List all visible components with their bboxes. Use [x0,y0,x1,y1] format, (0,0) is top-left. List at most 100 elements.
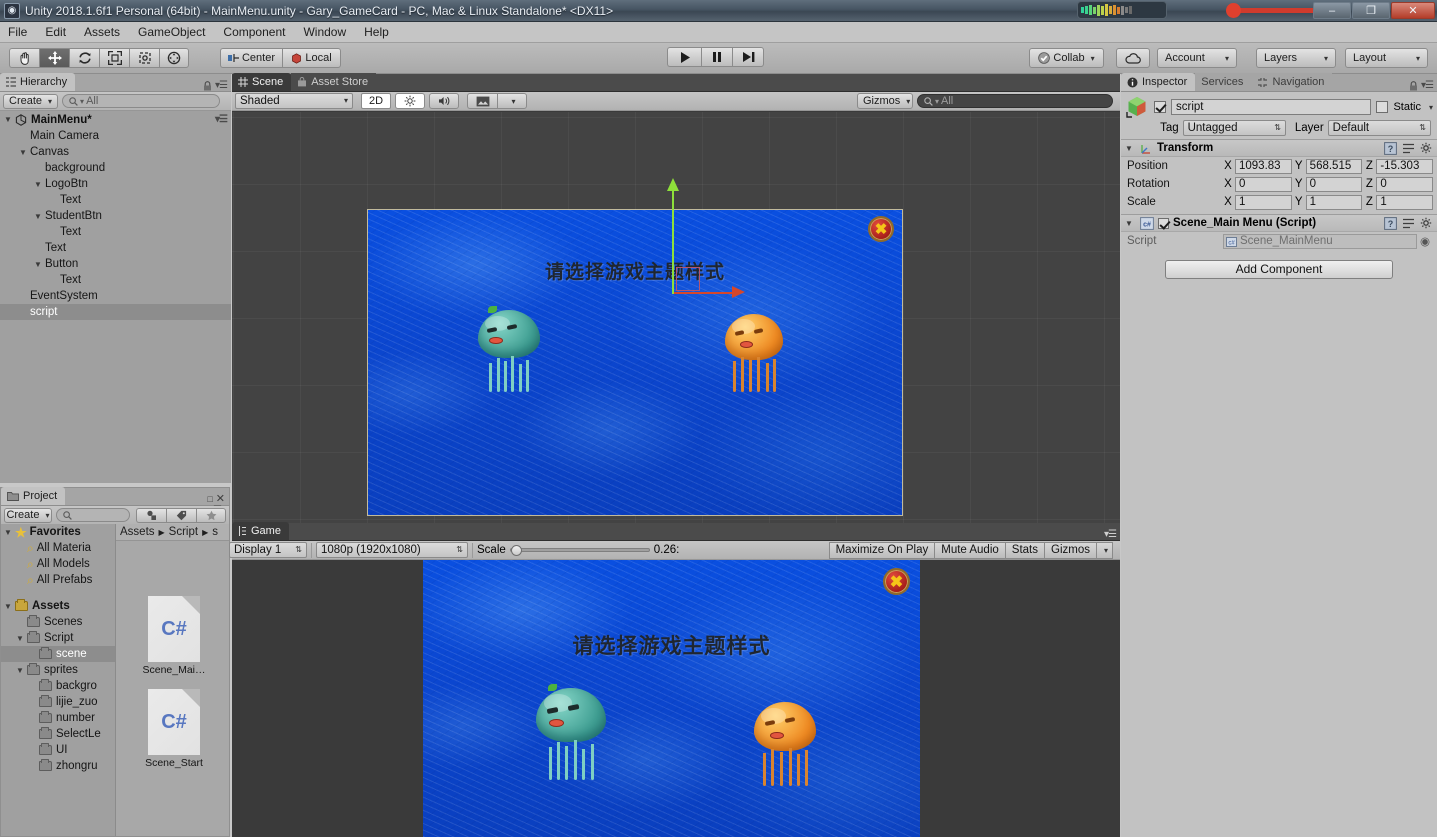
restore-button[interactable]: ❐ [1352,2,1390,19]
tab-hierarchy[interactable]: Hierarchy [0,73,76,91]
project-search-input[interactable] [55,508,130,522]
game-jellyfish-orange[interactable] [754,702,816,786]
project-tree-item-lijie-zuo[interactable]: ▼ lijie_zuo [1,694,115,710]
step-button[interactable] [732,47,764,67]
hierarchy-item-text[interactable]: ▼Text [0,224,231,240]
static-checkbox[interactable] [1376,101,1389,113]
jellyfish-teal[interactable] [478,306,540,392]
project-tree-item-zhongru[interactable]: ▼ zhongru [1,758,115,774]
project-tree-item-script[interactable]: ▼ Script [1,630,115,646]
scene-search-input[interactable]: ▾ All [917,94,1113,108]
chevron-down-icon[interactable]: ▾ [1429,103,1433,112]
hierarchy-item-text[interactable]: ▼Text [0,240,231,256]
tab-scene[interactable]: Scene [232,73,292,91]
filter-by-label-button[interactable] [166,507,196,523]
jellyfish-orange[interactable] [725,314,783,392]
project-tree-item-number[interactable]: ▼ number [1,710,115,726]
menu-item-gameobject[interactable]: GameObject [138,25,205,39]
object-picker-icon[interactable]: ◉ [1417,234,1433,248]
project-tree-item-selectle[interactable]: ▼ SelectLe [1,726,115,742]
collab-button[interactable]: Collab ▾ [1029,48,1104,68]
breadcrumb-assets[interactable]: Assets [120,526,155,538]
chevron-down-icon[interactable]: ▼ [1125,219,1136,228]
transform-tool-button[interactable] [159,48,189,68]
project-tree-item-backgro[interactable]: ▼ backgro [1,678,115,694]
hamburger-icon[interactable]: ▾☰ [215,114,228,125]
game-viewport[interactable]: 请选择游戏主题样式 ✖ [232,560,1120,837]
transform-position-z-field[interactable]: -15.303 [1376,158,1434,174]
tag-dropdown[interactable]: Untagged ⇅ [1182,120,1286,136]
pause-button[interactable] [701,47,732,67]
scale-tool-button[interactable] [99,48,129,68]
resolution-dropdown[interactable]: 1080p (1920x1080) ⇅ [316,542,468,558]
rect-tool-button[interactable] [129,48,159,68]
close-icon[interactable]: ✕ [216,492,225,505]
chevron-down-icon[interactable]: ▾ [511,97,515,106]
project-tree-item-sprites[interactable]: ▼ sprites [1,662,115,678]
transform-rotation-z-field[interactable]: 0 [1376,176,1434,192]
chevron-down-icon[interactable]: ▼ [34,212,45,221]
hierarchy-search-input[interactable]: ▾ All [62,94,220,108]
layout-button[interactable]: Layout ▾ [1345,48,1428,68]
asset-item-scene-start[interactable]: C# Scene_Start [137,689,211,769]
chevron-down-icon[interactable]: ▼ [19,148,30,157]
game-render-area[interactable]: 请选择游戏主题样式 ✖ [423,560,920,837]
layer-dropdown[interactable]: Default ⇅ [1327,120,1431,136]
hierarchy-item-background[interactable]: ▼background [0,160,231,176]
game-panel-menu[interactable]: ▾☰ [1104,529,1120,540]
scene-gizmos-button[interactable]: Gizmos ▾ [857,93,913,109]
game-gizmos-dropdown[interactable]: ▾ [1095,541,1113,559]
close-button[interactable]: ✕ [1391,2,1435,19]
cloud-button[interactable] [1116,48,1150,68]
scale-slider[interactable] [509,545,650,556]
project-tree-item-assets[interactable]: ▼ Assets [1,598,115,614]
shading-mode-dropdown[interactable]: Shaded ▾ [235,93,353,109]
hierarchy-item-button[interactable]: ▼ Button [0,256,231,272]
layers-button[interactable]: Layers ▾ [1256,48,1336,68]
effects-toggle-button[interactable] [467,93,497,109]
script-enabled-checkbox[interactable] [1158,217,1169,229]
gameobject-enabled-checkbox[interactable] [1154,101,1166,113]
menu-item-help[interactable]: Help [364,25,389,39]
project-tree-item-ui[interactable]: ▼ UI [1,742,115,758]
filter-by-type-button[interactable] [136,507,166,523]
tab-project[interactable]: Project [1,487,66,505]
move-tool-button[interactable] [39,48,69,68]
scene-canvas-rect[interactable]: 请选择游戏主题样式 ✖ [368,210,902,515]
move-gizmo[interactable] [667,172,772,298]
project-create-button[interactable]: Create ▾ [4,507,52,523]
hierarchy-item-studentbtn[interactable]: ▼ StudentBtn [0,208,231,224]
hierarchy-item-main-camera[interactable]: ▼Main Camera [0,128,231,144]
project-tree-item-scenes[interactable]: ▼ Scenes [1,614,115,630]
scene-viewport[interactable]: 请选择游戏主题样式 ✖ [232,112,1120,523]
menu-item-component[interactable]: Component [223,25,285,39]
chevron-down-icon[interactable]: ▼ [34,260,45,269]
game-jellyfish-teal[interactable] [536,684,606,780]
game-gizmos-button[interactable]: Gizmos [1044,541,1096,559]
menu-item-edit[interactable]: Edit [45,25,66,39]
menu-item-window[interactable]: Window [303,25,346,39]
game-close-button[interactable]: ✖ [883,568,910,595]
hand-tool-button[interactable] [9,48,39,68]
mute-audio-button[interactable]: Mute Audio [934,541,1005,559]
gizmo-xy-plane[interactable] [676,267,700,291]
chevron-down-icon[interactable]: ▼ [16,634,27,643]
hierarchy-item-canvas[interactable]: ▼ Canvas [0,144,231,160]
transform-component-header[interactable]: ▼ Transform ? [1121,139,1437,157]
gizmo-y-axis[interactable] [667,178,679,294]
play-button[interactable] [667,47,701,67]
breadcrumb-script[interactable]: Script [169,526,198,538]
lighting-toggle-button[interactable] [395,93,425,109]
chevron-down-icon[interactable]: ▼ [4,602,15,611]
project-tree-item-favorites[interactable]: ▼ ★ Favorites [1,524,115,540]
tab-inspector[interactable]: Inspector [1121,73,1196,91]
transform-position-y-field[interactable]: 568.515 [1305,158,1363,174]
hierarchy-item-text[interactable]: ▼Text [0,272,231,288]
script-component-header[interactable]: ▼ c# Scene_Main Menu (Script) ? [1121,214,1437,232]
hamburger-icon[interactable]: ▾☰ [1104,529,1117,540]
inspector-panel-menu[interactable]: ▾☰ [1409,80,1437,91]
tab-game[interactable]: Game [232,522,289,540]
2d-toggle-button[interactable]: 2D [361,93,391,109]
maximize-icon[interactable]: □ [207,494,212,504]
transform-scale-x-field[interactable]: 1 [1235,194,1292,210]
